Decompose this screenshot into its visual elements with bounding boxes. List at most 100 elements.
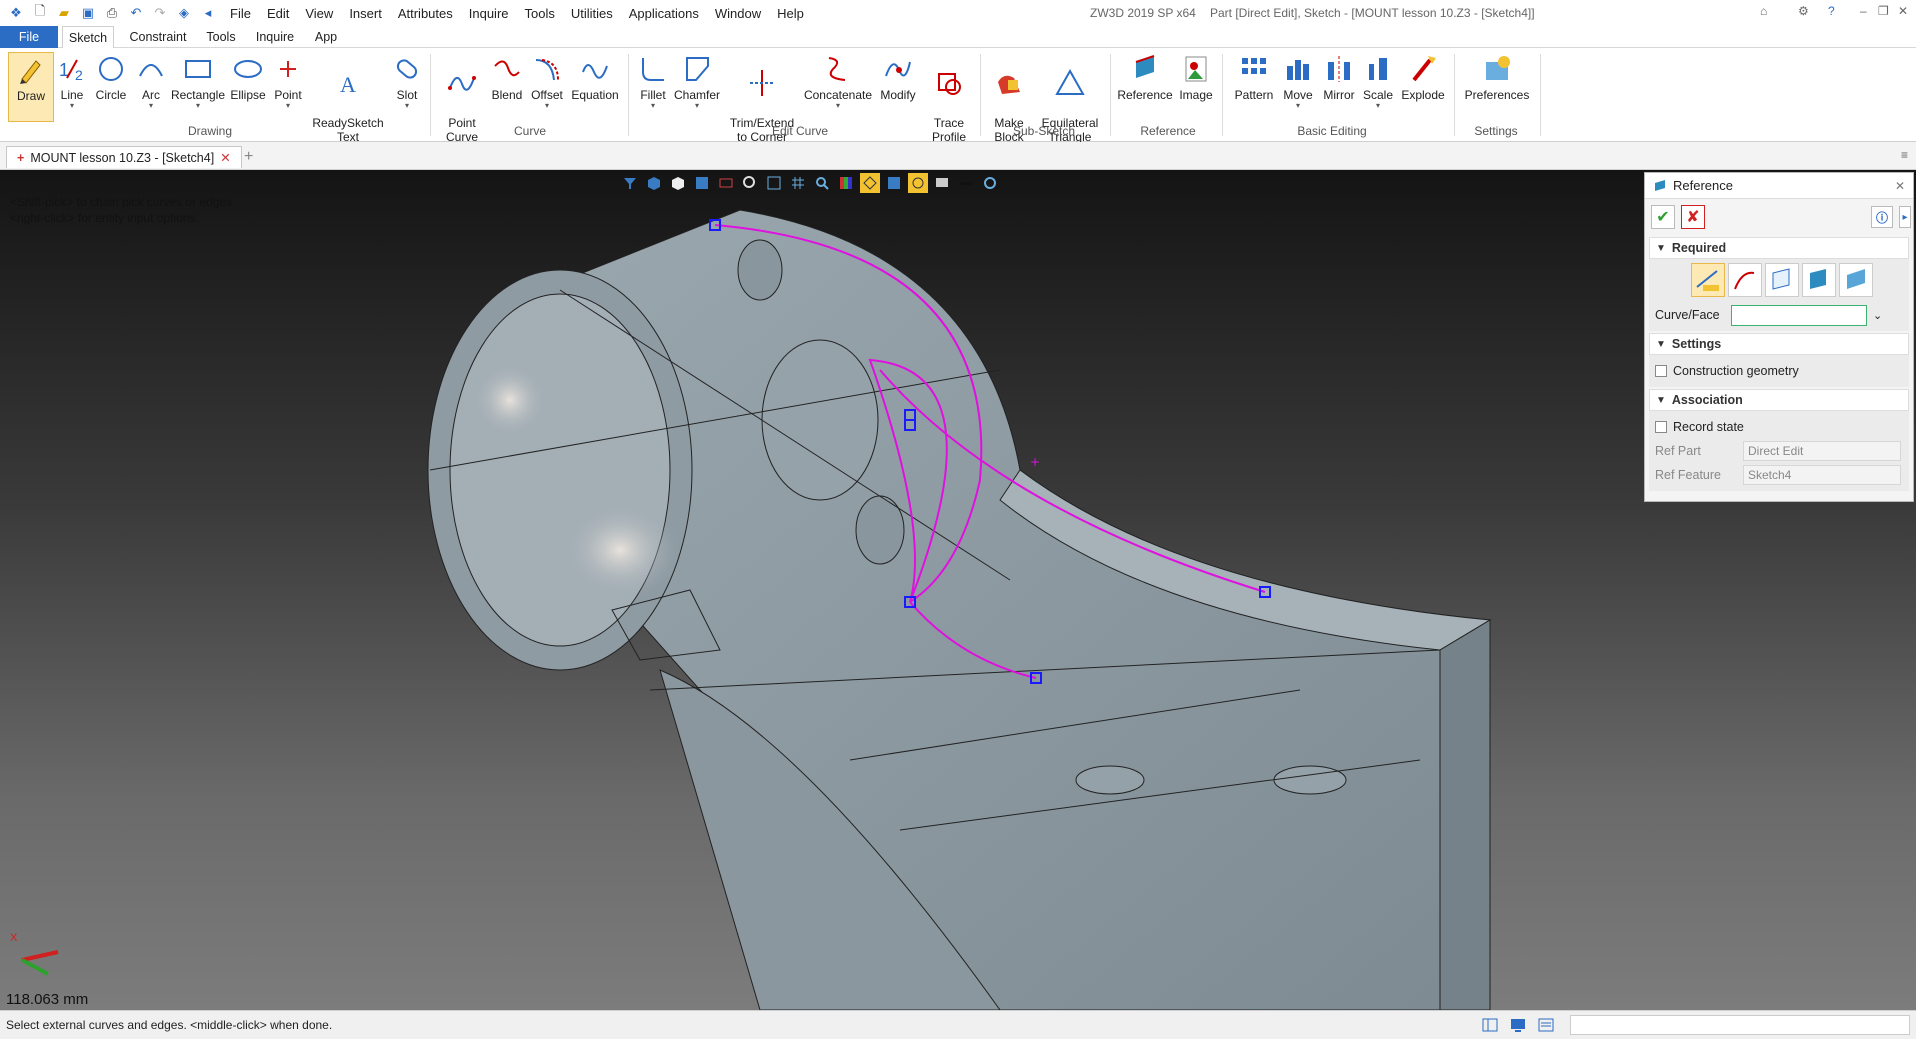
menu-utilities[interactable]: Utilities [563,6,621,21]
concatenate-button[interactable]: Concatenate ▾ [800,52,876,122]
menu-help[interactable]: Help [769,6,812,21]
display-icon[interactable] [1510,1017,1526,1033]
ref-plane-type-button[interactable] [1839,263,1873,297]
chamfer-button[interactable]: Chamfer ▾ [672,52,722,122]
minimize-icon[interactable]: – [1860,4,1867,18]
command-input[interactable] [1570,1015,1910,1035]
draw-button[interactable]: Draw [8,52,54,122]
arc-dropdown-icon[interactable]: ▾ [134,102,168,110]
zoom-icon[interactable] [740,173,760,193]
settings-gear-icon[interactable]: ⚙ [1798,4,1809,18]
mirror-button[interactable]: Mirror [1318,52,1360,122]
menu-window[interactable]: Window [707,6,769,21]
offset-button[interactable]: Offset ▾ [528,52,566,122]
scale-dropdown-icon[interactable]: ▾ [1362,102,1394,110]
menu-inquire[interactable]: Inquire [461,6,517,21]
tab-file[interactable]: File [0,26,58,48]
home-icon[interactable]: ⌂ [1760,4,1767,18]
scale-button[interactable]: Scale ▾ [1362,52,1394,122]
open-file-icon[interactable]: ▰ [56,5,72,21]
ref-point-type-button[interactable] [1765,263,1799,297]
grid-icon[interactable] [788,173,808,193]
reference-button[interactable]: Reference [1116,52,1174,122]
list-icon[interactable] [1538,1017,1554,1033]
move-button[interactable]: Move ▾ [1280,52,1316,122]
document-tab[interactable]: + MOUNT lesson 10.Z3 - [Sketch4] ✕ [6,146,242,168]
equation-button[interactable]: Equation [568,52,622,122]
search-icon[interactable] [812,173,832,193]
tab-constraint[interactable]: Constraint [122,26,194,48]
trace-profile-button[interactable]: Trace Profile [924,52,974,144]
point-curve-button[interactable]: Point Curve [440,52,484,144]
ok-button[interactable]: ✔ [1651,205,1675,229]
expand-icon[interactable]: ▸ [1899,206,1911,228]
settings-section-header[interactable]: ▼ Settings [1649,333,1909,355]
print-icon[interactable]: ⎙ [104,5,120,21]
required-section-header[interactable]: ▼ Required [1649,237,1909,259]
pattern-button[interactable]: Pattern [1230,52,1278,122]
save-icon[interactable]: ▣ [80,5,96,21]
tab-tools[interactable]: Tools [200,26,242,48]
menu-applications[interactable]: Applications [621,6,707,21]
record-state-checkbox[interactable] [1655,421,1667,433]
concatenate-dropdown-icon[interactable]: ▾ [800,102,876,110]
filter-icon[interactable] [620,173,640,193]
color-icon[interactable] [836,173,856,193]
select-filter-icon[interactable]: ◈ [176,5,192,21]
line-dropdown-icon[interactable]: ▾ [56,102,88,110]
fillet-dropdown-icon[interactable]: ▾ [636,102,670,110]
menu-insert[interactable]: Insert [341,6,390,21]
point-dropdown-icon[interactable]: ▾ [270,102,306,110]
tab-inquire[interactable]: Inquire [250,26,300,48]
layout-icon[interactable] [1482,1017,1498,1033]
modify-button[interactable]: Modify [876,52,920,122]
field-options-icon[interactable]: ⌄ [1873,309,1882,322]
app-logo-icon[interactable]: ❖ [8,5,24,21]
graphics-viewport[interactable]: + <Shift-pick> to chain pick curves or e… [0,170,1916,1010]
slot-dropdown-icon[interactable]: ▾ [388,102,426,110]
shading-icon[interactable] [668,173,688,193]
menu-tools[interactable]: Tools [517,6,563,21]
ellipse-button[interactable]: Ellipse [228,52,268,122]
info-icon[interactable]: ⓘ [1871,206,1893,228]
new-file-icon[interactable]: 🗋 [32,3,48,21]
rectangle-dropdown-icon[interactable]: ▾ [168,102,228,110]
tab-sketch[interactable]: Sketch [62,26,114,49]
add-tab-icon[interactable]: + [244,148,253,166]
display-mode-icon[interactable] [692,173,712,193]
rectangle-button[interactable]: Rectangle ▾ [168,52,228,122]
menu-file[interactable]: File [222,6,259,21]
ref-face-type-button[interactable] [1802,263,1836,297]
ref-curve-type-button[interactable] [1691,263,1725,297]
help-icon[interactable]: ? [1828,4,1835,18]
restore-icon[interactable]: ❐ [1878,4,1889,18]
line-button[interactable]: 12 Line ▾ [56,52,88,122]
monitor-icon[interactable] [932,173,952,193]
close-tab-icon[interactable]: ✕ [220,150,230,165]
chamfer-dropdown-icon[interactable]: ▾ [672,102,722,110]
target-icon[interactable] [908,173,928,193]
line-style-icon[interactable] [956,173,976,193]
blend-button[interactable]: Blend [488,52,526,122]
close-window-icon[interactable]: ✕ [1898,4,1908,18]
move-dropdown-icon[interactable]: ▾ [1280,102,1316,110]
image-button[interactable]: Image [1176,52,1216,122]
picker-icon[interactable] [884,173,904,193]
redo-icon[interactable]: ↷ [152,5,168,21]
close-panel-icon[interactable]: ✕ [1895,179,1905,193]
association-section-header[interactable]: ▼ Association [1649,389,1909,411]
circle-button[interactable]: Circle [92,52,130,122]
view-cube-icon[interactable] [644,173,664,193]
cancel-button[interactable]: ✘ [1681,205,1705,229]
construction-geometry-checkbox[interactable] [1655,365,1667,377]
slot-button[interactable]: Slot ▾ [388,52,426,122]
readysketch-text-button[interactable]: A ReadySketch Text [310,52,386,144]
arc-button[interactable]: Arc ▾ [134,52,168,122]
ref-edge-type-button[interactable] [1728,263,1762,297]
fillet-button[interactable]: Fillet ▾ [636,52,670,122]
offset-dropdown-icon[interactable]: ▾ [528,102,566,110]
undo-icon[interactable]: ↶ [128,5,144,21]
menu-view[interactable]: View [297,6,341,21]
menu-attributes[interactable]: Attributes [390,6,461,21]
back-icon[interactable]: ◂ [200,5,216,21]
